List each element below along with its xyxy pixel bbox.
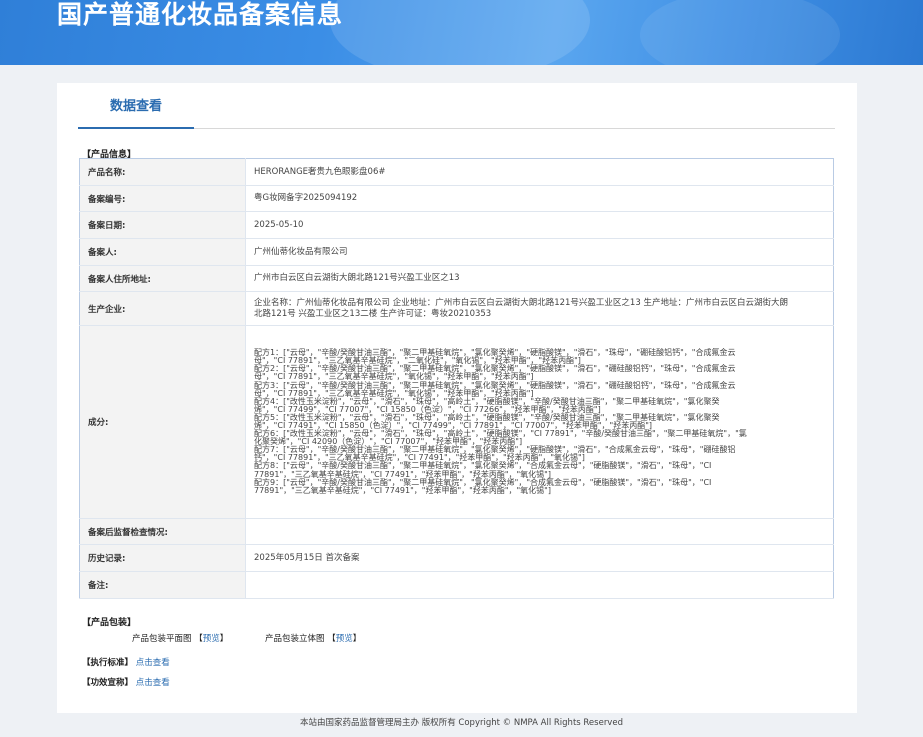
ingredient-line: 77891"，"三乙氧基辛基硅烷"，"CI 77491"，"羟苯甲酯"，"羟苯丙… [254,485,551,495]
table-row: 备案日期: 2025-05-10 [79,211,834,239]
row-label-address: 备案人住所地址: [79,265,246,292]
manufacturer-value: 企业名称：广州仙蒂化妆品有限公司 企业地址：广州市白云区白云湖街大朗北路121号… [245,291,834,326]
tab-bar: 数据查看 [78,83,835,129]
table-row: 成分: 配方1：["云母"，"辛酸/癸酸甘油三酯"，"聚二甲基硅氧烷"，"氯化聚… [79,325,834,519]
address-value: 广州市白云区白云湖街大朗北路121号兴盈工业区之13 [245,265,834,292]
packaging-stereo-label: 产品包装立体图 [265,634,325,644]
table-row: 备案编号: 粤G妆网备字2025094192 [79,185,834,212]
registrant-value: 广州仙蒂化妆品有限公司 [245,238,834,266]
page-title: 国产普通化妆品备案信息 [57,0,344,29]
table-row: 产品名称: HERORANGE奢贵九色眼影盘06# [79,158,834,186]
row-label-registrant: 备案人: [79,238,246,266]
footer: 本站由国家药品监督管理局主办 版权所有 Copyright © NMPA All… [300,718,623,728]
section-title-packaging: 【产品包装】 [82,618,137,628]
row-label-manufacturer: 生产企业: [79,291,246,326]
section-title-efficacy: 【功效宣称】 [82,678,134,688]
product-name-value: HERORANGE奢贵九色眼影盘06# [245,158,834,186]
preview-flat-link[interactable]: 预览 [203,634,220,644]
preview-stereo-link[interactable]: 预览 [336,634,353,644]
product-info-table: 产品名称: HERORANGE奢贵九色眼影盘06# 备案编号: 粤G妆网备字20… [79,158,834,599]
row-label-history: 历史记录: [79,544,246,572]
inspection-value [245,518,834,545]
row-label-record-no: 备案编号: [79,185,246,212]
standard-row: 【执行标准】 点击查看 [82,656,170,668]
bracket: 】 [219,634,229,644]
packaging-flat-label: 产品包装平面图 [132,634,192,644]
history-value: 2025年05月15日 首次备案 [245,544,834,572]
tab-data-view[interactable]: 数据查看 [78,83,194,129]
record-no-value: 粤G妆网备字2025094192 [245,185,834,212]
section-title-standard: 【执行标准】 [82,658,134,668]
remarks-value [245,571,834,599]
banner-decoration [640,0,840,65]
ingredients-value: 配方1：["云母"，"辛酸/癸酸甘油三酯"，"聚二甲基硅氧烷"，"氯化聚癸烯"，… [245,325,834,519]
row-label-ingredients: 成分: [79,325,246,519]
banner-decoration [330,0,590,65]
standard-view-link[interactable]: 点击查看 [136,658,170,668]
table-row: 备案人: 广州仙蒂化妆品有限公司 [79,238,834,266]
packaging-stereo: 产品包装立体图 【预览】 [265,632,361,644]
record-date-value: 2025-05-10 [245,211,834,239]
packaging-flat: 产品包装平面图 【预览】 [132,632,228,644]
efficacy-row: 【功效宣称】 点击查看 [82,676,170,688]
row-label-inspection: 备案后监督检查情况: [79,518,246,545]
row-label-remarks: 备注: [79,571,246,599]
row-label-name: 产品名称: [79,158,246,186]
table-row: 生产企业: 企业名称：广州仙蒂化妆品有限公司 企业地址：广州市白云区白云湖街大朗… [79,291,834,326]
table-row: 备案人住所地址: 广州市白云区白云湖街大朗北路121号兴盈工业区之13 [79,265,834,292]
bracket: 】 [352,634,362,644]
bracket: 【 [327,634,336,644]
header-banner: 国产普通化妆品备案信息 [0,0,923,65]
table-row: 备案后监督检查情况: [79,518,834,545]
bracket: 【 [194,634,203,644]
table-row: 历史记录: 2025年05月15日 首次备案 [79,544,834,572]
table-row: 备注: [79,571,834,599]
content-panel: 数据查看 【产品信息】 产品名称: HERORANGE奢贵九色眼影盘06# 备案… [57,83,857,713]
row-label-record-date: 备案日期: [79,211,246,239]
efficacy-view-link[interactable]: 点击查看 [136,678,170,688]
